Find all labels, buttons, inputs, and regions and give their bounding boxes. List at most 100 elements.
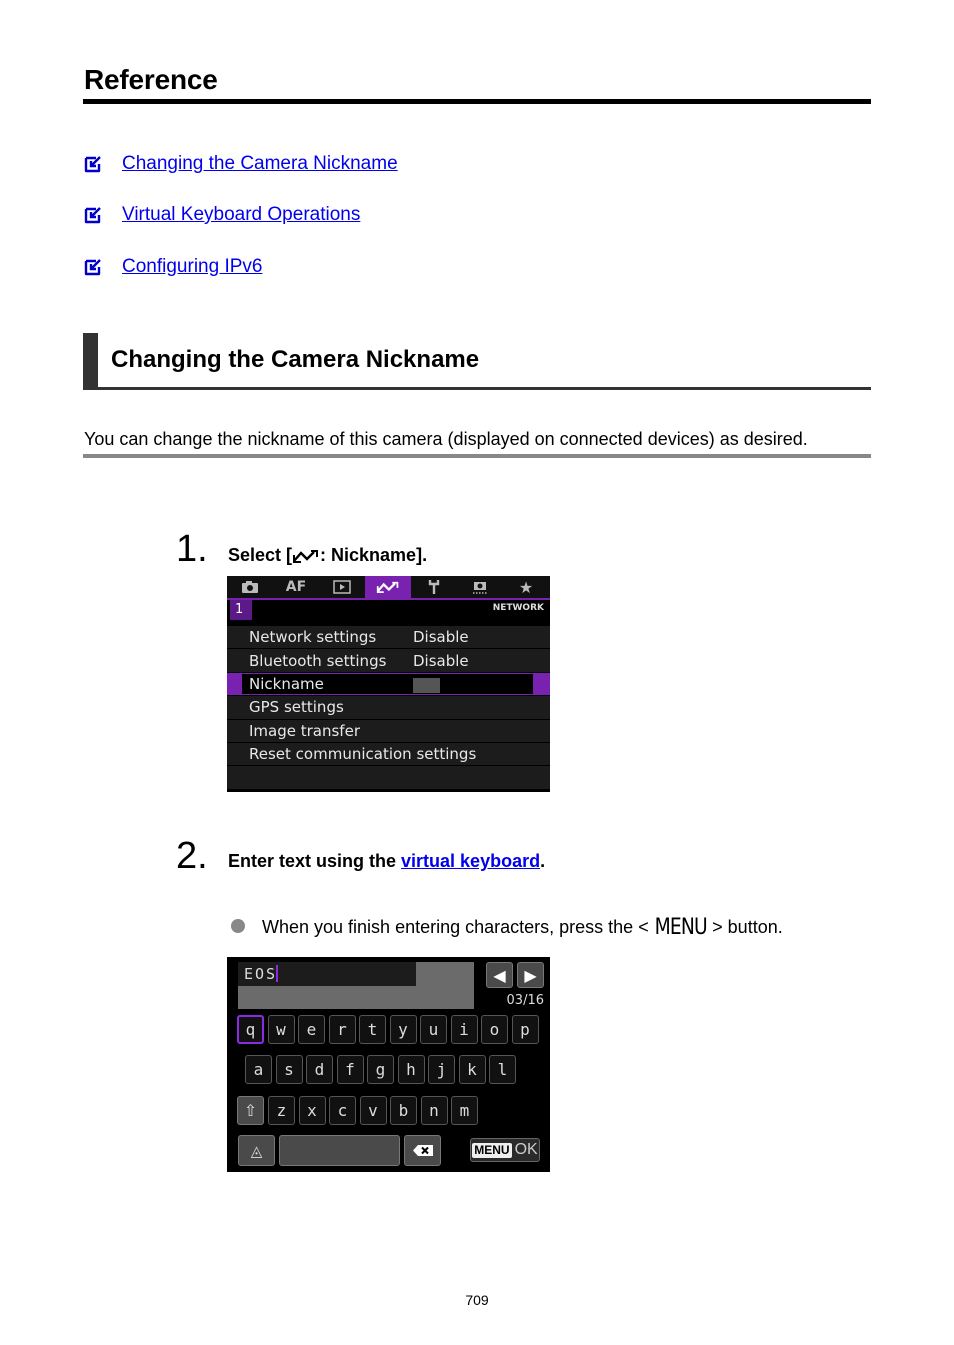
menu-page-badge: 1 xyxy=(230,600,252,620)
tab-custom xyxy=(457,576,503,598)
key-s: s xyxy=(275,1055,303,1084)
page-title: Reference xyxy=(84,64,218,95)
backspace-icon xyxy=(412,1145,433,1156)
toc-item[interactable]: Changing the Camera Nickname xyxy=(83,152,398,176)
menu-button-icon: MENU xyxy=(654,915,707,940)
toc-item[interactable]: Configuring IPv6 xyxy=(83,255,262,279)
checkbox-arrow-icon xyxy=(84,156,101,173)
step-number: 2. xyxy=(176,835,208,877)
step-number: 1. xyxy=(176,528,208,570)
virtual-keyboard-screenshot: EOS ◀ ▶ 03/16 qwertyuiop asdfghjkl zxcvbnm… xyxy=(227,957,550,1172)
menu-row-label: GPS settings xyxy=(249,698,344,717)
input-mode-key: ◬ xyxy=(238,1135,275,1166)
nickname-value-placeholder xyxy=(413,677,440,693)
key-i: i xyxy=(450,1015,478,1044)
key-n: n xyxy=(420,1096,448,1125)
ok-label: OK xyxy=(514,1141,538,1158)
menu-row: GPS settings xyxy=(227,696,550,720)
playback-icon xyxy=(333,580,351,594)
key-c: c xyxy=(329,1096,356,1125)
step-instruction: Select [ : Nickname]. xyxy=(228,545,427,566)
menu-row-value: Disable xyxy=(413,651,469,670)
tab-playback xyxy=(319,576,365,598)
toc-link-virtual-keyboard[interactable]: Virtual Keyboard Operations xyxy=(122,204,360,226)
section-heading-bar xyxy=(83,333,98,390)
page-number: 709 xyxy=(465,1292,489,1308)
checkbox-arrow-icon xyxy=(84,259,101,276)
step-instruction: Enter text using the virtual keyboard. xyxy=(228,851,545,872)
custom-function-icon xyxy=(473,582,487,594)
section-title: Changing the Camera Nickname xyxy=(111,346,480,373)
menu-row-label: Nickname xyxy=(249,674,324,693)
toc-item[interactable]: Virtual Keyboard Operations xyxy=(83,203,360,227)
star-icon: ★ xyxy=(518,577,534,597)
tab-network xyxy=(365,576,411,598)
bullet-text: When you finish entering characters, pre… xyxy=(262,915,783,940)
bullet-text-after: > button. xyxy=(712,917,783,937)
cursor-right-button: ▶ xyxy=(517,962,544,988)
nickname-input: EOS xyxy=(238,962,416,986)
key-w: w xyxy=(267,1015,295,1044)
toc-link-changing-nickname[interactable]: Changing the Camera Nickname xyxy=(122,153,398,175)
key-o: o xyxy=(481,1015,508,1044)
menu-tab-bar: AF ★ xyxy=(227,576,550,598)
key-d: d xyxy=(306,1055,333,1084)
arrow-left-icon: ◀ xyxy=(493,965,506,985)
key-l: l xyxy=(489,1055,516,1084)
key-u: u xyxy=(420,1015,447,1044)
key-f: f xyxy=(336,1055,364,1084)
tab-underline xyxy=(227,598,550,600)
space-key xyxy=(279,1135,400,1166)
key-r: r xyxy=(328,1015,356,1044)
toc-link-configuring-ipv6[interactable]: Configuring IPv6 xyxy=(122,256,262,278)
bullet-text-before: When you finish entering characters, pre… xyxy=(262,917,649,937)
key-e: e xyxy=(298,1015,325,1044)
key-y: y xyxy=(389,1015,417,1044)
menu-row-label: Image transfer xyxy=(249,721,360,740)
menu-chip: MENU xyxy=(472,1142,512,1158)
step-text-before: Select [ xyxy=(228,545,293,565)
key-t: t xyxy=(359,1015,386,1044)
menu-category-label: NETWORK xyxy=(492,603,544,613)
key-q: q xyxy=(237,1015,264,1044)
step-text-before: Enter text using the xyxy=(228,851,402,871)
menu-row: Network settings Disable xyxy=(227,626,550,650)
shift-icon: ⇧ xyxy=(243,1101,258,1120)
key-b: b xyxy=(390,1096,417,1125)
character-count: 03/16 xyxy=(506,993,544,1008)
key-x: x xyxy=(298,1096,326,1125)
key-j: j xyxy=(428,1055,455,1084)
tab-shooting xyxy=(227,576,273,598)
virtual-keyboard-link[interactable]: virtual keyboard xyxy=(401,851,540,871)
backspace-key xyxy=(404,1135,441,1166)
menu-row-label: Bluetooth settings xyxy=(249,651,387,670)
menu-ok-key: MENU OK xyxy=(470,1138,540,1162)
intro-text: You can change the nickname of this came… xyxy=(84,429,808,449)
menu-row-label: Network settings xyxy=(249,628,377,647)
menu-row-label: Reset communication settings xyxy=(249,745,477,764)
tab-af: AF xyxy=(285,579,307,595)
intro-divider xyxy=(83,454,871,458)
key-g: g xyxy=(367,1055,394,1084)
camera-menu-screenshot: AF ★ 1 NETWORK Network settings Disable … xyxy=(227,576,550,792)
arrow-right-icon: ▶ xyxy=(524,965,537,985)
menu-row: Bluetooth settings Disable xyxy=(227,649,550,673)
input-mode-icon: ◬ xyxy=(250,1141,263,1160)
key-m: m xyxy=(451,1096,478,1125)
title-divider xyxy=(83,99,871,104)
camera-icon xyxy=(242,581,258,593)
key-h: h xyxy=(397,1055,425,1084)
wrench-icon xyxy=(428,580,440,594)
text-cursor xyxy=(276,965,279,982)
key-v: v xyxy=(359,1096,387,1125)
tab-setup xyxy=(411,576,457,598)
bullet-icon xyxy=(231,919,245,933)
tab-my-menu: ★ xyxy=(503,576,549,598)
step-text-after: : Nickname]. xyxy=(320,545,428,565)
menu-row-empty xyxy=(227,766,550,790)
key-k: k xyxy=(458,1055,486,1084)
section-divider xyxy=(83,387,871,390)
network-icon xyxy=(376,581,399,593)
shift-key: ⇧ xyxy=(237,1096,264,1125)
input-value: EOS xyxy=(244,965,278,983)
